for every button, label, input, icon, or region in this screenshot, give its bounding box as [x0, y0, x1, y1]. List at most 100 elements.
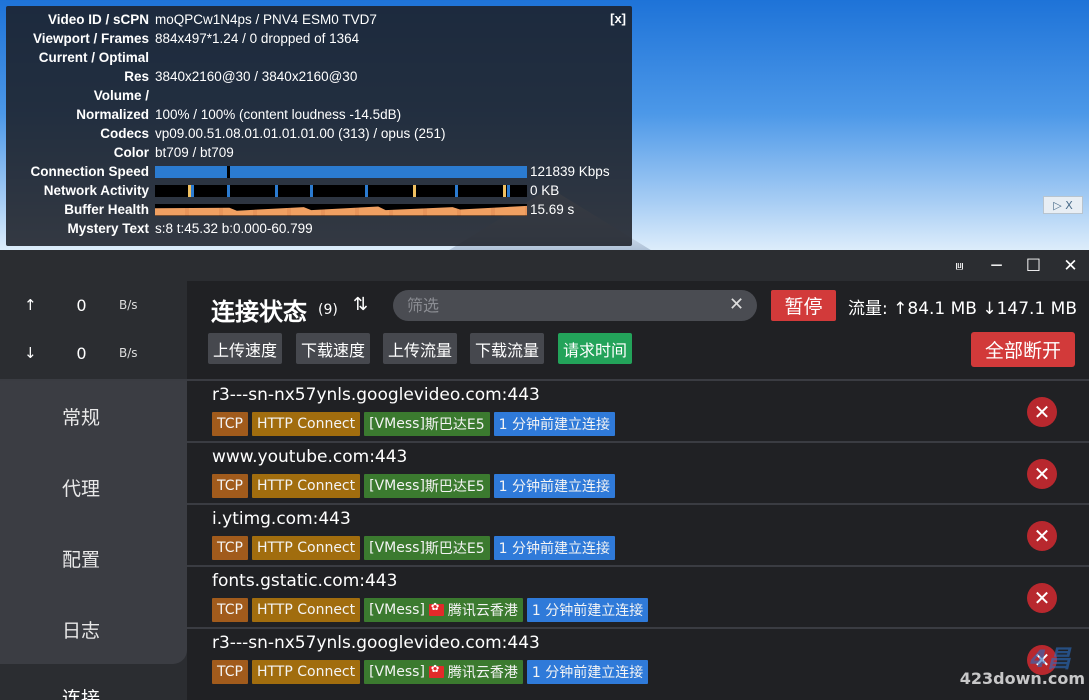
hong-kong-flag-icon: [428, 602, 444, 616]
download-speed: ↓ 0 B/s: [0, 329, 187, 377]
stats-close-button[interactable]: [x]: [610, 11, 626, 26]
chain-tag: [VMess] 斯巴达E5: [364, 412, 490, 436]
connections-panel: 连接状态 (9) ⇅ ✕ 暂停 流量: ↑84.1 MB ↓147.1 MB 上…: [187, 281, 1089, 700]
connection-speed-graph: [155, 165, 527, 178]
network-tag: TCP: [212, 598, 248, 622]
time-tag: 1 分钟前建立连接: [493, 412, 616, 436]
chain-node: 斯巴达E5: [424, 479, 485, 495]
pause-button[interactable]: 暂停: [771, 290, 836, 321]
chain-protocol: [VMess]: [369, 478, 425, 494]
network-activity-tick: [503, 184, 506, 197]
disconnect-all-button[interactable]: 全部断开: [971, 332, 1075, 367]
network-activity-tick: [191, 184, 194, 197]
chain-protocol: [VMess]: [369, 664, 425, 680]
sort-request-time-button[interactable]: 请求时间: [558, 333, 633, 364]
page-title: 连接状态: [211, 298, 307, 326]
stats-value: 884x497*1.24 / 0 dropped of 1364: [155, 31, 360, 46]
stats-value: 121839 Kbps: [530, 164, 610, 179]
connection-row: i.ytimg.com:443 TCP HTTP Connect [VMess] 斯巴…: [187, 503, 1089, 565]
network-tag: TCP: [212, 536, 248, 560]
minimize-button[interactable]: ─: [978, 250, 1015, 281]
close-connection-icon[interactable]: ✕: [1027, 459, 1057, 489]
connection-host: r3---sn-nx57ynls.googlevideo.com:443: [212, 633, 540, 653]
download-unit: B/s: [119, 346, 138, 360]
chain-tag: [VMess] 斯巴达E5: [364, 474, 490, 498]
stats-row: Current / Optimal: [6, 48, 632, 67]
stats-value: vp09.00.51.08.01.01.01.01.00 (313) / opu…: [155, 126, 446, 141]
pin-icon[interactable]: ⩏: [941, 250, 978, 281]
watermark-text: 423down.com: [959, 669, 1085, 688]
stats-for-nerds-panel: [x] Video ID / sCPN moQPCw1N4ps / PNV4 ES…: [6, 6, 632, 246]
connection-count: (9): [318, 302, 338, 318]
stats-key: Viewport / Frames: [32, 31, 149, 46]
time-tag: 1 分钟前建立连接: [493, 474, 616, 498]
connection-row: www.youtube.com:443 TCP HTTP Connect [VMess…: [187, 441, 1089, 503]
close-connection-icon[interactable]: ✕: [1027, 397, 1057, 427]
sort-upload-speed-button[interactable]: 上传速度: [208, 333, 283, 364]
upload-value: 0: [76, 295, 87, 315]
sort-order-icon[interactable]: ⇅: [353, 294, 368, 315]
type-tag: HTTP Connect: [251, 412, 361, 436]
stats-key: Volume /: [93, 88, 149, 103]
network-activity-tick: [310, 184, 313, 197]
stats-key: Network Activity: [43, 183, 149, 198]
stats-row-mystery-text: Mystery Text s:8 t:45.32 b:0.000-60.799: [6, 219, 632, 238]
stats-key: Normalized: [76, 107, 149, 122]
connection-tags: TCPHTTP Connect [VMess] 腾讯云香港 1 分钟前建立连接: [212, 598, 649, 622]
connection-host: www.youtube.com:443: [212, 447, 408, 467]
sidebar-item-connections[interactable]: 连接: [62, 684, 100, 700]
network-activity-tick: [227, 184, 230, 197]
stats-row: Res 3840x2160@30 / 3840x2160@30: [6, 67, 632, 86]
hong-kong-flag-icon: [428, 664, 444, 678]
stats-row: Viewport / Frames 884x497*1.24 / 0 droppe…: [6, 29, 632, 48]
download-arrow-icon: ↓: [24, 344, 37, 362]
connection-host: fonts.gstatic.com:443: [212, 571, 398, 591]
network-activity-tick: [413, 184, 416, 197]
network-activity-tick: [365, 184, 368, 197]
stats-key: Color: [113, 145, 149, 160]
connection-row: r3---sn-nx57ynls.googlevideo.com:443 TCP H…: [187, 379, 1089, 441]
stats-row: Color bt709 / bt709: [6, 143, 632, 162]
sidebar-item-config[interactable]: 配置: [0, 523, 187, 594]
connection-row: r3---sn-nx57ynls.googlevideo.com:443 TCP H…: [187, 627, 1089, 689]
stats-key: Buffer Health: [64, 202, 149, 217]
sort-download-traffic-button[interactable]: 下载流量: [470, 333, 545, 364]
close-button[interactable]: ✕: [1052, 250, 1089, 281]
network-activity-tick: [455, 184, 458, 197]
time-tag: 1 分钟前建立连接: [526, 598, 649, 622]
chain-tag: [VMess] 腾讯云香港: [364, 660, 523, 684]
connection-tags: TCPHTTP Connect [VMess] 腾讯云香港 1 分钟前建立连接: [212, 660, 649, 684]
stats-row: Video ID / sCPN moQPCw1N4ps / PNV4 ESM0 T…: [6, 10, 632, 29]
sidebar-item-proxy[interactable]: 代理: [0, 452, 187, 523]
stats-value: 15.69 s: [530, 202, 575, 217]
time-tag: 1 分钟前建立连接: [493, 536, 616, 560]
time-tag: 1 分钟前建立连接: [526, 660, 649, 684]
type-tag: HTTP Connect: [251, 660, 361, 684]
type-tag: HTTP Connect: [251, 536, 361, 560]
buffer-health-graph: [155, 203, 527, 216]
stats-row: Normalized 100% / 100% (content loudness …: [6, 105, 632, 124]
stats-key: Res: [124, 69, 149, 84]
chain-protocol: [VMess]: [369, 602, 425, 618]
sidebar-item-logs[interactable]: 日志: [0, 594, 187, 665]
sidebar-item-general[interactable]: 常规: [0, 381, 187, 452]
sort-download-speed-button[interactable]: 下载速度: [296, 333, 371, 364]
ad-close-button[interactable]: ▷ X: [1043, 196, 1083, 214]
close-connection-icon[interactable]: ✕: [1027, 521, 1057, 551]
filter-input[interactable]: [393, 290, 757, 321]
stats-key: Mystery Text: [67, 221, 149, 236]
network-activity-tick: [275, 184, 278, 197]
close-connection-icon[interactable]: ✕: [1027, 583, 1057, 613]
title-bar: ⩏ ─ ☐ ✕: [0, 250, 1089, 281]
stats-value: 0 KB: [530, 183, 560, 198]
sort-upload-traffic-button[interactable]: 上传流量: [383, 333, 458, 364]
connection-host: r3---sn-nx57ynls.googlevideo.com:443: [212, 385, 540, 405]
traffic-total: 流量: ↑84.1 MB ↓147.1 MB: [848, 299, 1078, 319]
clear-filter-icon[interactable]: ✕: [729, 294, 744, 315]
chain-tag: [VMess] 斯巴达E5: [364, 536, 490, 560]
sidebar: ↑ 0 B/s ↓ 0 B/s 常规 代理 配置 日志 连接: [0, 281, 187, 700]
upload-unit: B/s: [119, 298, 138, 312]
network-tag: TCP: [212, 660, 248, 684]
connections-header: 连接状态 (9) ⇅ ✕ 暂停 流量: ↑84.1 MB ↓147.1 MB 上…: [187, 281, 1089, 379]
maximize-button[interactable]: ☐: [1015, 250, 1052, 281]
